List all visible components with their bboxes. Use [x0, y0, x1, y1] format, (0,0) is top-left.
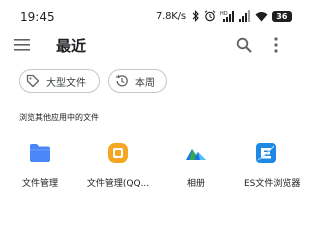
wifi-icon	[255, 11, 268, 21]
svg-text:HD: HD	[220, 11, 228, 17]
chip-label: 本周	[135, 77, 155, 89]
search-icon[interactable]	[236, 37, 252, 53]
app-label: 相册	[186, 179, 205, 189]
status-bar: 19:45 7.8K/s HD 36	[0, 0, 300, 32]
signal-hd-icon: HD	[220, 11, 234, 22]
more-vert-icon[interactable]	[273, 36, 279, 54]
network-speed: 7.8K/s	[156, 10, 186, 22]
section-title: 浏览其他应用中的文件	[19, 113, 99, 122]
es-file-explorer-icon	[256, 143, 276, 163]
app-item-file-manager[interactable]: 文件管理	[2, 138, 78, 202]
history-clock-icon	[115, 74, 128, 87]
app-label: 文件管理(QQ...	[86, 179, 150, 189]
gallery-mountain-icon	[186, 149, 206, 160]
status-time: 19:45	[20, 10, 55, 24]
status-icons: 7.8K/s HD 36	[156, 8, 292, 24]
filter-chip-this-week[interactable]: 本周	[108, 69, 167, 93]
page-title: 最近	[56, 37, 87, 55]
app-item-es-file-explorer[interactable]: ES文件浏览器	[244, 138, 300, 202]
chip-label: 大型文件	[46, 77, 86, 89]
apps-row: 文件管理 文件管理(QQ... 相册 ES文件浏览器	[0, 138, 300, 202]
app-item-gallery[interactable]: 相册	[158, 138, 234, 202]
bluetooth-icon	[192, 10, 199, 22]
app-bar: 最近	[0, 32, 300, 58]
app-label: 文件管理	[21, 179, 58, 189]
folder-icon	[30, 144, 50, 162]
alarm-icon	[204, 10, 216, 22]
battery-icon: 36	[271, 10, 292, 22]
app-label: ES文件浏览器	[244, 179, 301, 189]
label-tag-icon	[26, 74, 40, 88]
menu-icon[interactable]	[14, 38, 30, 52]
qq-file-manager-icon	[108, 143, 128, 163]
signal-icon	[238, 10, 250, 22]
app-item-qq-file-manager[interactable]: 文件管理(QQ...	[80, 138, 156, 202]
filter-chip-large-files[interactable]: 大型文件	[19, 69, 100, 93]
